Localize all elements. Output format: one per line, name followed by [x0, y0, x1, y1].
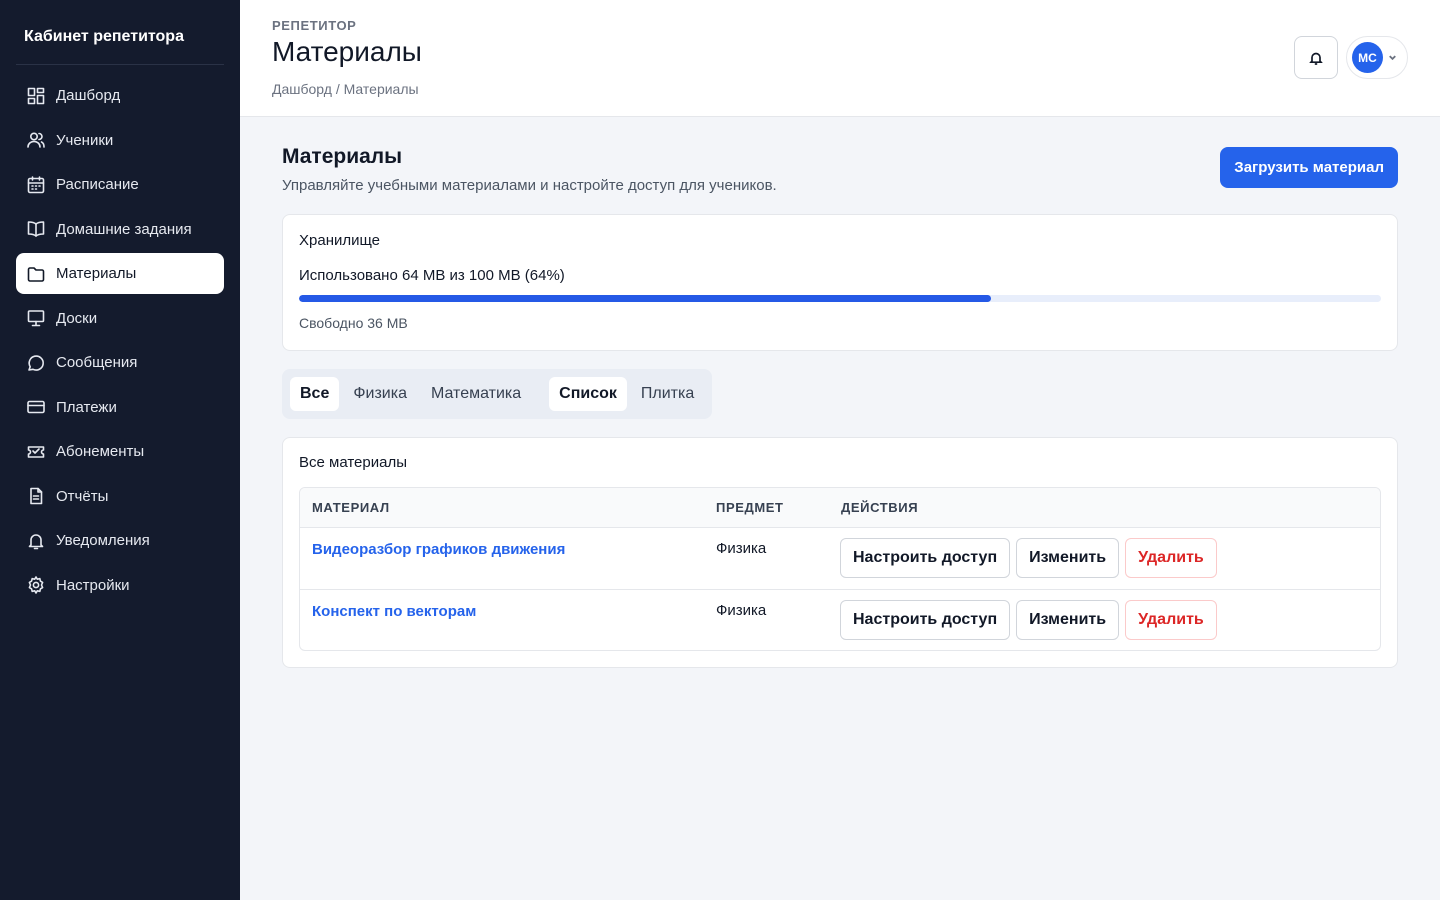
sidebar-item-label: Расписание	[56, 176, 139, 193]
sidebar-item-label: Ученики	[56, 131, 114, 149]
user-menu-button[interactable]: МС	[1346, 36, 1408, 79]
view-list[interactable]: Список	[549, 377, 627, 411]
gear-icon	[26, 575, 46, 595]
sidebar-item-label: Уведомления	[56, 532, 150, 549]
role-label: РЕПЕТИТОР	[272, 18, 357, 33]
sidebar-item-students[interactable]: Ученики	[16, 120, 224, 161]
sidebar-item-boards[interactable]: Доски	[16, 298, 224, 339]
storage-used-text: Использовано 64 MB из 100 MB (64%)	[299, 267, 565, 284]
users-icon	[26, 130, 46, 150]
sidebar-item-homework[interactable]: Домашние задания	[16, 209, 224, 250]
materials-table: МАТЕРИАЛ ПРЕДМЕТ ДЕЙСТВИЯ Видеоразбор гр…	[299, 487, 1381, 651]
storage-progress-fill	[299, 295, 992, 302]
table-row: Видеоразбор графиков движения Физика Нас…	[300, 528, 1380, 589]
edit-button[interactable]: Изменить	[1016, 538, 1120, 578]
sidebar-item-label: Настройки	[56, 576, 130, 594]
column-header-material: МАТЕРИАЛ	[300, 488, 704, 528]
sidebar-item-label: Сообщения	[56, 354, 138, 371]
upload-material-button[interactable]: Загрузить материал	[1220, 147, 1398, 188]
tab-math[interactable]: Математика	[421, 377, 531, 411]
content: Материалы Управляйте учебными материалам…	[240, 117, 1440, 668]
column-header-actions: ДЕЙСТВИЯ	[829, 488, 1380, 528]
view-grid[interactable]: Плитка	[631, 377, 704, 411]
storage-free-text: Свободно 36 MB	[299, 315, 408, 331]
materials-card: Все материалы МАТЕРИАЛ ПРЕДМЕТ ДЕЙСТВИЯ …	[282, 437, 1398, 668]
main-area: РЕПЕТИТОР Материалы Дашборд / Материалы …	[240, 0, 1440, 900]
material-link[interactable]: Конспект по векторам	[312, 603, 476, 620]
section-title: Материалы	[282, 145, 403, 168]
delete-button[interactable]: Удалить	[1125, 538, 1217, 578]
board-icon	[26, 308, 46, 328]
column-header-subject: ПРЕДМЕТ	[704, 488, 829, 528]
storage-progress-bar	[299, 295, 1381, 302]
section-header: Материалы Управляйте учебными материалам…	[282, 145, 1398, 194]
app-brand: Кабинет репетитора	[16, 0, 224, 65]
sidebar-nav: Дашборд Ученики Расписание Домашние зада…	[16, 75, 224, 606]
header-actions: МС	[1294, 36, 1408, 79]
page-header: РЕПЕТИТОР Материалы Дашборд / Материалы …	[240, 0, 1440, 117]
sidebar-item-payments[interactable]: Платежи	[16, 387, 224, 428]
storage-title: Хранилище	[299, 232, 380, 249]
bell-icon	[1309, 52, 1323, 65]
book-icon	[26, 219, 46, 239]
sidebar-item-dashboard[interactable]: Дашборд	[16, 75, 224, 116]
sidebar-item-schedule[interactable]: Расписание	[16, 164, 224, 205]
tab-physics[interactable]: Физика	[343, 377, 417, 411]
sidebar-item-materials[interactable]: Материалы	[16, 253, 224, 294]
sidebar-item-label: Материалы	[56, 265, 137, 282]
sidebar-item-label: Доски	[56, 309, 98, 327]
folder-icon	[26, 264, 46, 284]
sidebar-item-subscriptions[interactable]: Абонементы	[16, 431, 224, 472]
sidebar: Кабинет репетитора Дашборд Ученики Распи…	[0, 0, 240, 900]
configure-access-button[interactable]: Настроить доступ	[840, 538, 1011, 578]
row-actions: Настроить доступ Изменить Удалить	[840, 538, 1368, 578]
card-icon	[26, 397, 46, 417]
table-row: Конспект по векторам Физика Настроить до…	[300, 589, 1380, 650]
sidebar-item-label: Абонементы	[56, 443, 145, 460]
sidebar-item-notifications[interactable]: Уведомления	[16, 520, 224, 561]
edit-button[interactable]: Изменить	[1016, 600, 1120, 640]
sidebar-item-label: Отчёты	[56, 487, 109, 505]
sidebar-item-reports[interactable]: Отчёты	[16, 476, 224, 517]
tab-all[interactable]: Все	[290, 377, 340, 411]
material-link[interactable]: Видеоразбор графиков движения	[312, 541, 565, 558]
ticket-icon	[26, 442, 46, 462]
avatar: МС	[1352, 42, 1383, 73]
sidebar-item-label: Дашборд	[56, 87, 121, 104]
report-icon	[26, 486, 46, 506]
material-subject: Физика	[716, 540, 767, 557]
delete-button[interactable]: Удалить	[1125, 600, 1217, 640]
sidebar-item-label: Платежи	[56, 398, 117, 416]
breadcrumb[interactable]: Дашборд / Материалы	[272, 81, 1408, 97]
chat-icon	[26, 353, 46, 373]
row-actions: Настроить доступ Изменить Удалить	[840, 600, 1368, 640]
calendar-icon	[26, 175, 46, 195]
filter-tabs: Все Физика Математика Список Плитка	[282, 369, 713, 419]
storage-card: Хранилище Использовано 64 MB из 100 MB (…	[282, 214, 1398, 351]
material-subject: Физика	[704, 589, 829, 650]
section-subtitle: Управляйте учебными материалами и настро…	[282, 177, 777, 194]
dashboard-icon	[26, 86, 46, 106]
notifications-button[interactable]	[1294, 36, 1338, 79]
bell-icon	[26, 531, 46, 551]
sidebar-item-label: Домашние задания	[56, 220, 192, 238]
sidebar-item-settings[interactable]: Настройки	[16, 565, 224, 606]
sidebar-item-messages[interactable]: Сообщения	[16, 342, 224, 383]
page-title: Материалы	[272, 36, 422, 67]
materials-title: Все материалы	[299, 454, 407, 471]
chevron-down-icon	[1389, 55, 1396, 61]
configure-access-button[interactable]: Настроить доступ	[840, 600, 1011, 640]
